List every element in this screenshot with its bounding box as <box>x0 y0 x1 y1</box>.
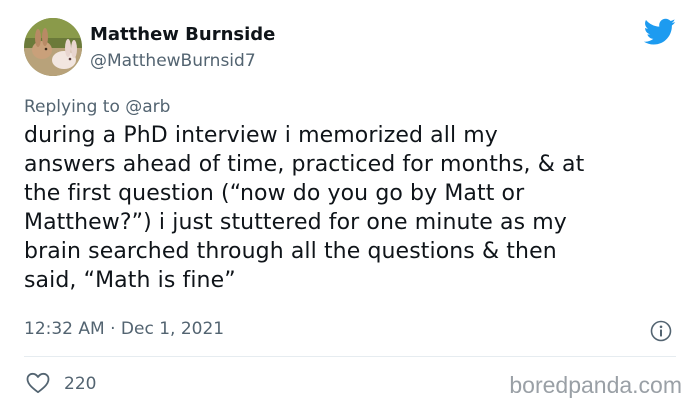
tweet-text-line: during a PhD interview i memorized all m… <box>24 123 498 148</box>
divider <box>24 356 676 357</box>
avatar-image <box>24 18 82 76</box>
twitter-bird-icon[interactable] <box>643 18 676 46</box>
author-display-name[interactable]: Matthew Burnside <box>90 24 275 46</box>
tweet-text: during a PhD interview i memorized all m… <box>24 121 679 295</box>
info-icon[interactable] <box>650 320 672 342</box>
replying-to-line: Replying to @arb <box>24 96 170 118</box>
like-count: 220 <box>64 374 97 394</box>
tweet-text-line: the first question (“now do you go by Ma… <box>24 181 525 206</box>
heart-icon[interactable] <box>26 372 50 394</box>
tweet-timestamp[interactable]: 12:32 AM · Dec 1, 2021 <box>24 318 224 340</box>
tweet-text-line: Matthew?”) i just stuttered for one minu… <box>24 210 567 235</box>
reply-prefix: Replying to <box>24 97 120 117</box>
tweet-text-line: answers ahead of time, practiced for mon… <box>24 152 585 177</box>
tweet-text-line: brain searched through all the questions… <box>24 239 557 264</box>
tweet-card: Matthew Burnside @MatthewBurnsid7 Replyi… <box>0 0 700 410</box>
avatar[interactable] <box>24 18 82 76</box>
tweet-text-line: said, “Math is fine” <box>24 268 236 293</box>
watermark: boredpanda.com <box>509 372 682 398</box>
tweet-header: Matthew Burnside @MatthewBurnsid7 <box>24 18 676 80</box>
author-handle[interactable]: @MatthewBurnsid7 <box>90 50 275 72</box>
reply-mention-link[interactable]: @arb <box>125 97 170 117</box>
author-block[interactable]: Matthew Burnside @MatthewBurnsid7 <box>90 24 275 72</box>
